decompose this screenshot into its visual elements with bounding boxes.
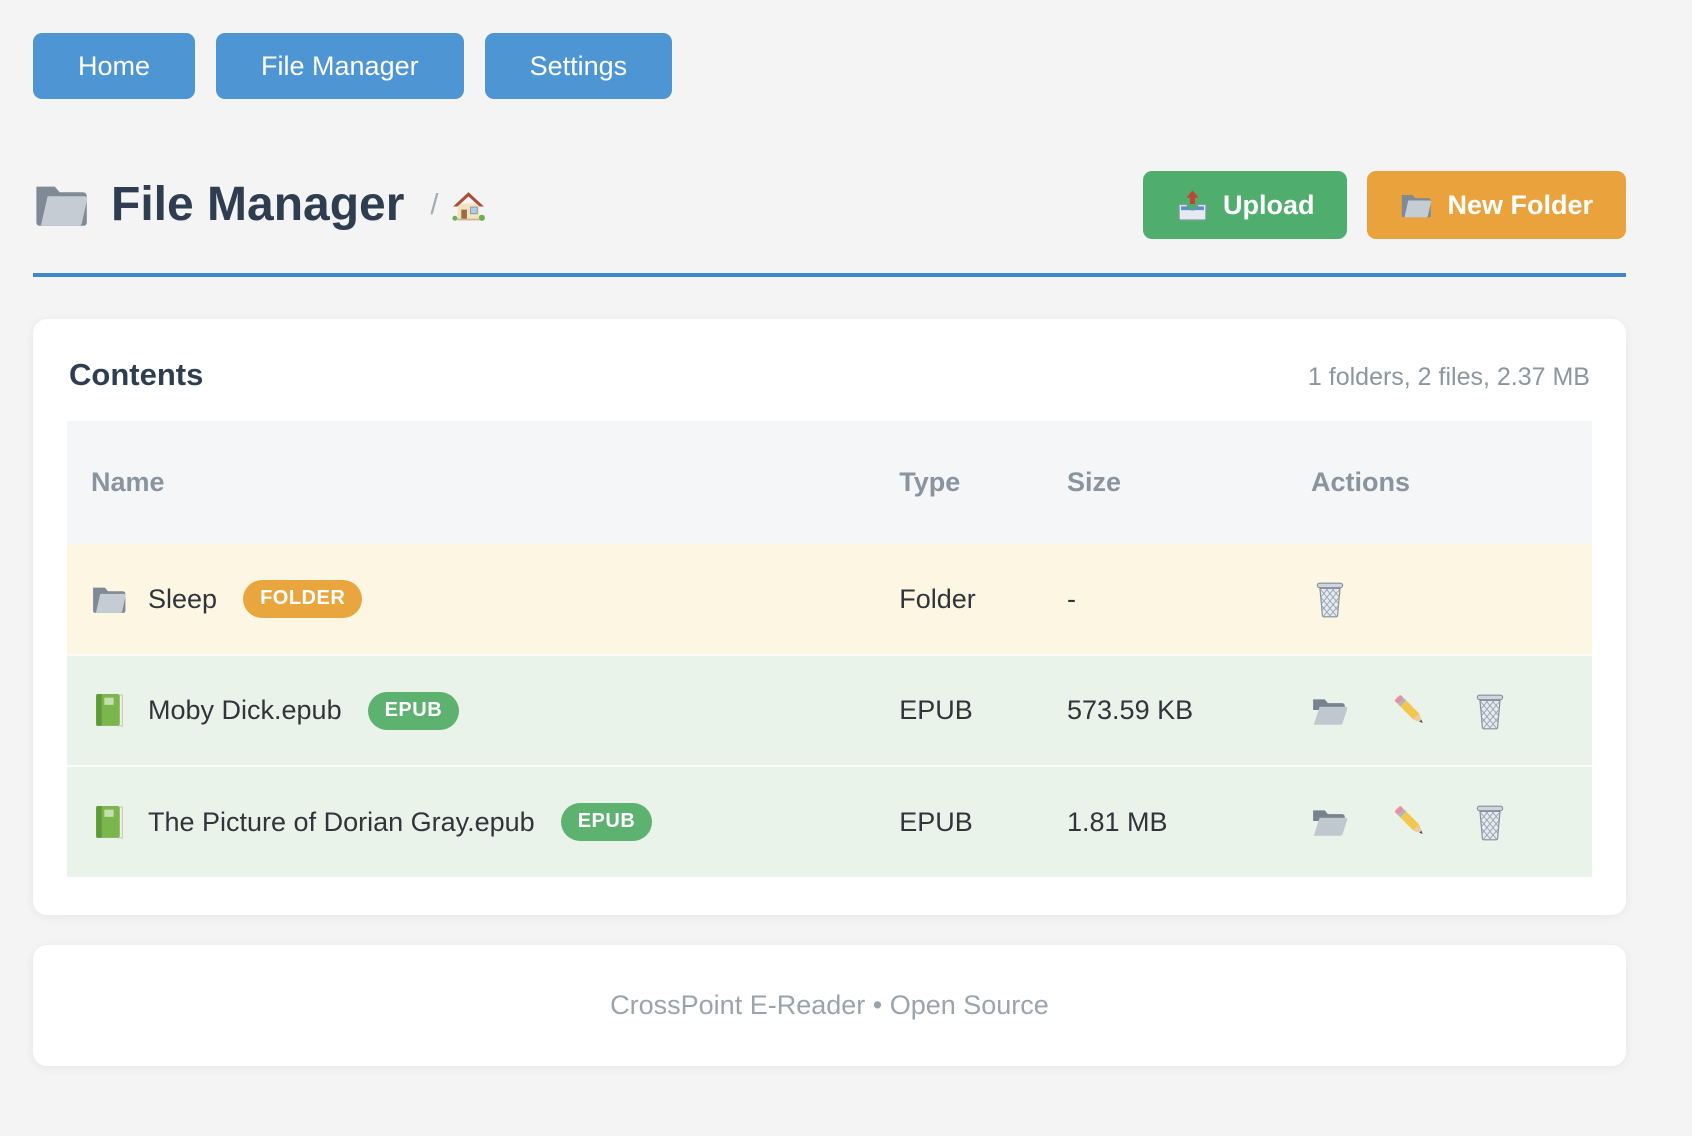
- book-icon: [91, 692, 128, 729]
- page-header: File Manager / Upload New Folder: [33, 171, 1626, 239]
- breadcrumb: /: [430, 187, 487, 224]
- trash-icon: [1471, 803, 1509, 841]
- breadcrumb-separator: /: [430, 189, 438, 222]
- delete-button[interactable]: [1311, 580, 1349, 618]
- header-actions: Upload New Folder: [1143, 171, 1626, 239]
- contents-title: Contents: [69, 357, 203, 393]
- size-cell: 1.81 MB: [1043, 766, 1287, 877]
- type-badge: EPUB: [561, 803, 653, 841]
- title-divider: [33, 273, 1626, 277]
- new-folder-button[interactable]: New Folder: [1367, 171, 1626, 239]
- nav-file-manager-button[interactable]: File Manager: [216, 33, 464, 99]
- rename-button[interactable]: [1391, 803, 1429, 841]
- top-nav: Home File Manager Settings: [33, 33, 1626, 99]
- contents-card: Contents 1 folders, 2 files, 2.37 MB Nam…: [33, 319, 1626, 915]
- upload-button-label: Upload: [1223, 190, 1315, 221]
- page: Home File Manager Settings File Manager …: [33, 0, 1626, 1066]
- rename-button[interactable]: [1391, 692, 1429, 730]
- contents-table-body: SleepFOLDERFolder-Moby Dick.epubEPUBEPUB…: [67, 544, 1592, 877]
- pencil-icon: [1391, 692, 1429, 730]
- move-button[interactable]: [1311, 692, 1349, 730]
- type-badge: FOLDER: [243, 580, 362, 618]
- trash-icon: [1471, 692, 1509, 730]
- header-row: Name Type Size Actions: [67, 421, 1592, 544]
- open-folder-icon: [1311, 803, 1349, 841]
- contents-table-head: Name Type Size Actions: [67, 421, 1592, 544]
- new-folder-button-label: New Folder: [1447, 190, 1593, 221]
- file-name[interactable]: Moby Dick.epub: [148, 695, 342, 726]
- pencil-icon: [1391, 803, 1429, 841]
- type-cell: EPUB: [875, 655, 1043, 766]
- type-cell: EPUB: [875, 766, 1043, 877]
- move-button[interactable]: [1311, 803, 1349, 841]
- name-cell: Moby Dick.epub EPUB: [67, 655, 875, 766]
- actions-cell: [1287, 544, 1592, 655]
- name-cell: The Picture of Dorian Gray.epub EPUB: [67, 766, 875, 877]
- size-cell: 573.59 KB: [1043, 655, 1287, 766]
- column-header-actions: Actions: [1287, 421, 1592, 544]
- folder-icon: [91, 581, 128, 618]
- upload-button[interactable]: Upload: [1143, 171, 1348, 239]
- column-header-name: Name: [67, 421, 875, 544]
- table-row: The Picture of Dorian Gray.epubEPUBEPUB1…: [67, 766, 1592, 877]
- contents-summary: 1 folders, 2 files, 2.37 MB: [1308, 363, 1590, 392]
- trash-icon: [1311, 580, 1349, 618]
- table-row: Moby Dick.epubEPUBEPUB573.59 KB: [67, 655, 1592, 766]
- type-badge: EPUB: [368, 692, 460, 730]
- page-title: File Manager: [33, 179, 404, 232]
- column-header-size: Size: [1043, 421, 1287, 544]
- open-folder-icon: [1311, 692, 1349, 730]
- upload-icon: [1176, 189, 1209, 222]
- contents-card-header: Contents 1 folders, 2 files, 2.37 MB: [67, 355, 1592, 393]
- page-title-text: File Manager: [111, 179, 404, 232]
- home-icon[interactable]: [450, 187, 487, 224]
- table-row: Sleep FOLDER Folder-: [67, 544, 1592, 655]
- folder-icon: [1400, 189, 1433, 222]
- contents-table: Name Type Size Actions Sleep FOLDER Folder…: [67, 421, 1592, 877]
- nav-home-button[interactable]: Home: [33, 33, 195, 99]
- type-cell: Folder: [875, 544, 1043, 655]
- delete-button[interactable]: [1471, 803, 1509, 841]
- book-icon: [91, 804, 128, 841]
- folder-icon: [33, 181, 91, 229]
- file-name[interactable]: The Picture of Dorian Gray.epub: [148, 807, 535, 838]
- name-cell: Sleep FOLDER: [67, 544, 875, 655]
- footer-text: CrossPoint E-Reader • Open Source: [610, 990, 1049, 1020]
- nav-settings-button[interactable]: Settings: [485, 33, 673, 99]
- file-name[interactable]: Sleep: [148, 584, 217, 615]
- column-header-type: Type: [875, 421, 1043, 544]
- actions-cell: [1287, 655, 1592, 766]
- size-cell: -: [1043, 544, 1287, 655]
- actions-cell: [1287, 766, 1592, 877]
- delete-button[interactable]: [1471, 692, 1509, 730]
- footer-card: CrossPoint E-Reader • Open Source: [33, 945, 1626, 1066]
